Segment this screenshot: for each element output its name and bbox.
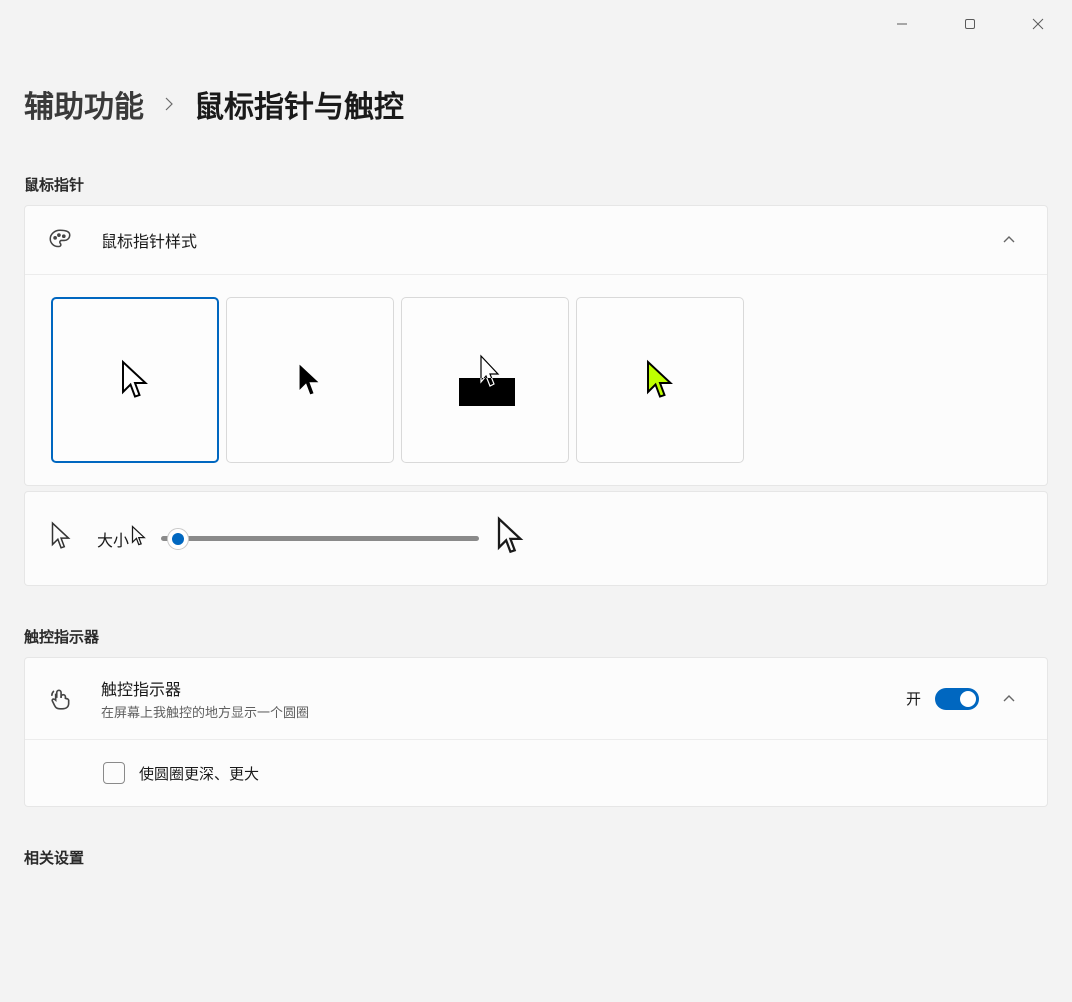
chevron-right-icon [162, 91, 176, 117]
cursor-outline-icon [47, 521, 73, 556]
pointer-style-grid [25, 274, 1047, 485]
main-content: 辅助功能 鼠标指针与触控 鼠标指针 鼠标指针样式 [0, 0, 1072, 868]
window-controls [868, 0, 1072, 48]
section-title-pointer: 鼠标指针 [24, 174, 1048, 195]
touch-option-row[interactable]: 使圆圈更深、更大 [25, 740, 1047, 806]
close-button[interactable] [1004, 0, 1072, 48]
slider-thumb[interactable] [167, 528, 189, 550]
cursor-small-icon [129, 525, 147, 552]
touch-option-label: 使圆圈更深、更大 [139, 763, 259, 784]
pointer-size-row: 大小 [25, 492, 1047, 585]
touch-indicator-header[interactable]: 触控指示器 在屏幕上我触控的地方显示一个圆圈 开 [25, 658, 1047, 740]
touch-icon [47, 686, 73, 712]
chevron-up-icon[interactable] [993, 683, 1025, 715]
section-title-related: 相关设置 [24, 847, 1048, 868]
section-title-touch: 触控指示器 [24, 626, 1048, 647]
minimize-button[interactable] [868, 0, 936, 48]
maximize-button[interactable] [936, 0, 1004, 48]
pointer-style-card: 鼠标指针样式 [24, 205, 1048, 486]
touch-option-checkbox[interactable] [103, 762, 125, 784]
pointer-style-header[interactable]: 鼠标指针样式 [25, 206, 1047, 274]
breadcrumb-parent[interactable]: 辅助功能 [24, 82, 144, 126]
palette-icon [47, 227, 73, 253]
slider-track [161, 536, 479, 541]
pointer-size-label: 大小 [97, 527, 129, 551]
toggle-state-text: 开 [906, 688, 921, 709]
toggle-knob [960, 691, 976, 707]
touch-indicator-card: 触控指示器 在屏幕上我触控的地方显示一个圆圈 开 使圆圈更深、更大 [24, 657, 1048, 807]
page-title: 鼠标指针与触控 [194, 82, 404, 126]
pointer-size-slider[interactable] [161, 529, 479, 549]
touch-indicator-subtitle: 在屏幕上我触控的地方显示一个圆圈 [101, 702, 906, 721]
pointer-style-inverted[interactable] [401, 297, 569, 463]
pointer-style-black[interactable] [226, 297, 394, 463]
chevron-up-icon[interactable] [993, 224, 1025, 256]
pointer-style-custom[interactable] [576, 297, 744, 463]
pointer-size-slider-wrap [129, 516, 525, 561]
pointer-size-card: 大小 [24, 491, 1048, 586]
touch-indicator-title: 触控指示器 [101, 676, 906, 700]
pointer-style-white[interactable] [51, 297, 219, 463]
touch-indicator-toggle[interactable] [935, 688, 979, 710]
cursor-large-icon [493, 516, 525, 561]
pointer-style-title: 鼠标指针样式 [101, 228, 993, 252]
